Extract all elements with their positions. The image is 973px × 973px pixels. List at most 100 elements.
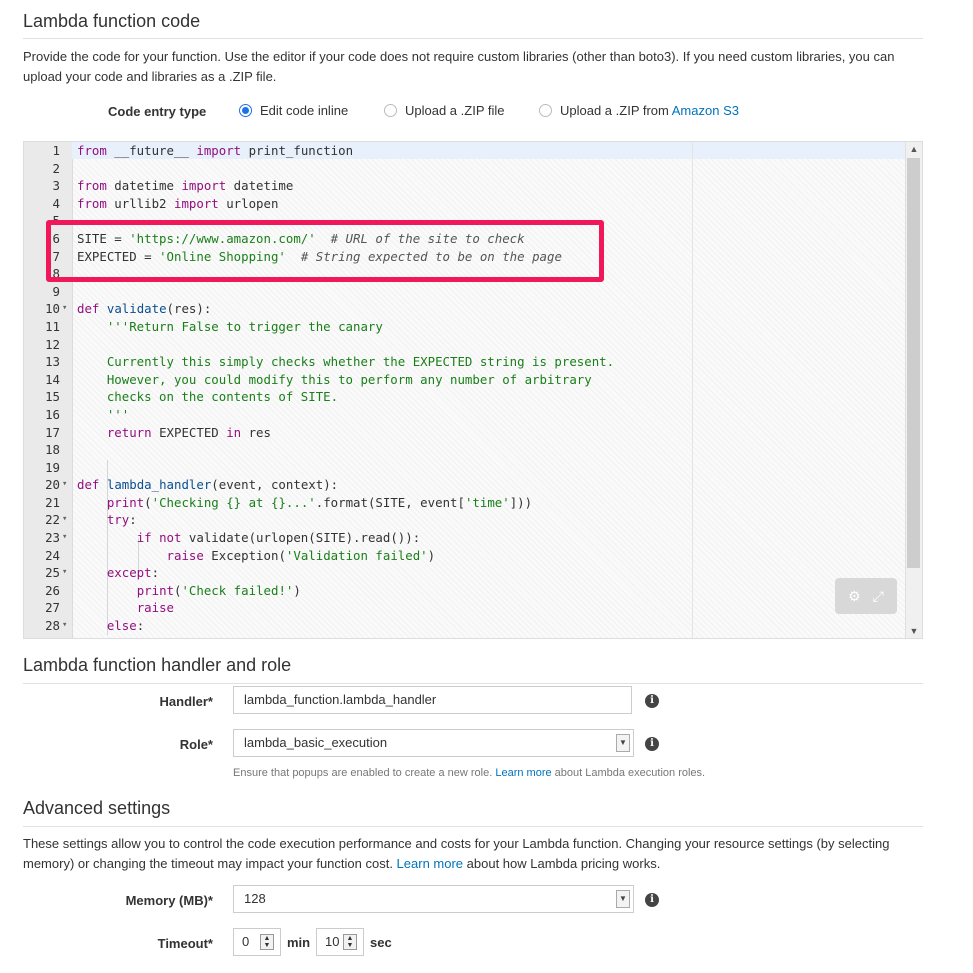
radio-edit-inline-label: Edit code inline (260, 103, 349, 118)
radio-unselected-icon[interactable] (539, 104, 552, 117)
code-text: else: (106, 618, 145, 634)
code-line[interactable]: 26 print('Check failed!') (24, 582, 909, 600)
timeout-min-input[interactable]: 0 ▲ ▼ (233, 928, 281, 956)
code-line[interactable]: 17 return EXPECTED in res (24, 424, 909, 442)
line-number: 19 (45, 459, 60, 475)
fold-arrow-icon[interactable]: ▾ (62, 529, 67, 547)
code-line[interactable]: 22 ▾ try: (24, 511, 909, 529)
code-line[interactable]: 28 ▾ else: (24, 617, 909, 635)
scroll-up-icon[interactable]: ▲ (906, 142, 922, 156)
line-number: 4 (52, 195, 60, 211)
line-number: 24 (45, 547, 60, 563)
line-number: 28 (45, 618, 60, 634)
info-icon[interactable]: i (645, 893, 659, 907)
code-line[interactable]: 3 from datetime import datetime (24, 177, 909, 195)
advanced-description: These settings allow you to control the … (23, 836, 890, 871)
editor-scrollbar[interactable]: ▲ ▼ (905, 142, 922, 638)
code-line[interactable]: 18 (24, 441, 909, 459)
info-icon[interactable]: i (645, 694, 659, 708)
line-number: 9 (52, 283, 60, 299)
code-text: raise Exception('Validation failed') (166, 547, 436, 563)
code-section-title: Lambda function code (23, 11, 201, 31)
code-editor[interactable]: 1 from __future__ import print_function 2 3… (23, 141, 923, 639)
spinner-icon[interactable]: ▲ ▼ (343, 934, 357, 950)
fold-arrow-icon[interactable]: ▾ (62, 617, 67, 635)
radio-upload-zip[interactable]: Upload a .ZIP file (384, 103, 504, 118)
code-line[interactable]: 23 ▾ if not validate(urlopen(SITE).read()… (24, 529, 909, 547)
learn-more-roles-link[interactable]: Learn more (495, 767, 551, 779)
memory-select-value: 128 (244, 891, 266, 906)
amazon-s3-link[interactable]: Amazon S3 (672, 103, 739, 118)
code-text: except: (106, 565, 160, 581)
code-line[interactable]: 27 raise (24, 599, 909, 617)
code-entry-type-label: Code entry type (108, 104, 207, 119)
info-icon[interactable]: i (645, 737, 659, 751)
role-select[interactable]: lambda_basic_execution ▼ (233, 729, 634, 757)
timeout-sec-value: 10 (325, 934, 340, 949)
radio-upload-s3[interactable]: Upload a .ZIP from Amazon S3 (539, 103, 739, 118)
radio-edit-inline[interactable]: Edit code inline (239, 103, 348, 118)
code-line[interactable]: 10 ▾ def validate(res): (24, 300, 909, 318)
memory-label: Memory (MB)* (125, 893, 213, 908)
code-line[interactable]: 16 ''' (24, 406, 909, 424)
code-text: def validate(res): (77, 301, 212, 317)
line-number: 13 (45, 354, 60, 370)
learn-more-pricing-link[interactable]: Learn more (397, 856, 463, 871)
scroll-down-icon[interactable]: ▼ (906, 624, 922, 638)
timeout-sec-input[interactable]: 10 ▲ ▼ (316, 928, 364, 956)
code-line[interactable]: 25 ▾ except: (24, 564, 909, 582)
code-line[interactable]: 2 (24, 160, 909, 178)
timeout-label: Timeout* (157, 936, 213, 951)
spinner-icon[interactable]: ▲ ▼ (260, 934, 274, 950)
line-number: 25 (45, 565, 60, 581)
fold-arrow-icon[interactable]: ▾ (62, 300, 67, 318)
line-number: 2 (52, 160, 60, 176)
code-section-description: Provide the code for your function. Use … (23, 49, 895, 84)
code-line[interactable]: 1 from __future__ import print_function (24, 142, 909, 160)
code-line[interactable]: 12 (24, 336, 909, 354)
fold-arrow-icon[interactable]: ▾ (62, 564, 67, 582)
memory-select[interactable]: 128 ▼ (233, 885, 634, 913)
code-line[interactable]: 19 (24, 459, 909, 477)
code-line[interactable]: 9 (24, 283, 909, 301)
chevron-down-icon[interactable]: ▼ (616, 734, 630, 752)
code-text: if not validate(urlopen(SITE).read()): (136, 530, 421, 546)
line-number: 21 (45, 494, 60, 510)
chevron-down-icon[interactable]: ▼ (616, 890, 630, 908)
line-number: 3 (52, 178, 60, 194)
gear-icon[interactable]: ⚙ (848, 588, 861, 605)
code-line[interactable]: 29 print('Check passed!') (24, 635, 909, 638)
code-line[interactable]: 14 However, you could modify this to per… (24, 371, 909, 389)
code-line[interactable]: 13 Currently this simply checks whether … (24, 353, 909, 371)
timeout-sec-unit: sec (370, 935, 392, 950)
code-line[interactable]: 20 ▾ def lambda_handler(event, context): (24, 476, 909, 494)
code-line[interactable]: 21 print('Checking {} at {}...'.format(S… (24, 494, 909, 512)
code-text: Currently this simply checks whether the… (77, 354, 615, 370)
radio-selected-icon[interactable] (239, 104, 252, 117)
radio-unselected-icon[interactable] (384, 104, 397, 117)
scrollbar-thumb[interactable] (907, 158, 920, 568)
code-lines[interactable]: 1 from __future__ import print_function 2 3… (24, 142, 909, 638)
code-line[interactable]: 11 '''Return False to trigger the canary (24, 318, 909, 336)
line-number: 15 (45, 389, 60, 405)
code-text: print('Check passed!') (77, 635, 301, 638)
code-line[interactable]: 4 from urllib2 import urlopen (24, 195, 909, 213)
radio-upload-s3-label: Upload a .ZIP from Amazon S3 (560, 103, 739, 118)
line-number: 17 (45, 424, 60, 440)
advanced-section-title: Advanced settings (23, 798, 171, 818)
fold-arrow-icon[interactable]: ▾ (62, 511, 67, 529)
radio-upload-zip-label: Upload a .ZIP file (405, 103, 505, 118)
code-text: print('Check failed!') (136, 582, 301, 598)
timeout-min-value: 0 (242, 934, 250, 949)
highlight-annotation (46, 220, 604, 282)
code-line[interactable]: 24 raise Exception('Validation failed') (24, 547, 909, 565)
code-text: print('Checking {} at {}...'.format(SITE… (106, 494, 533, 510)
role-label: Role* (179, 737, 213, 752)
code-text: from __future__ import print_function (77, 143, 354, 158)
code-text: checks on the contents of SITE. (77, 389, 339, 405)
fold-arrow-icon[interactable]: ▾ (62, 476, 67, 494)
fullscreen-icon[interactable]: ⤢ (873, 588, 884, 605)
line-number: 18 (45, 442, 60, 458)
code-line[interactable]: 15 checks on the contents of SITE. (24, 388, 909, 406)
handler-input[interactable]: lambda_function.lambda_handler (233, 686, 632, 714)
